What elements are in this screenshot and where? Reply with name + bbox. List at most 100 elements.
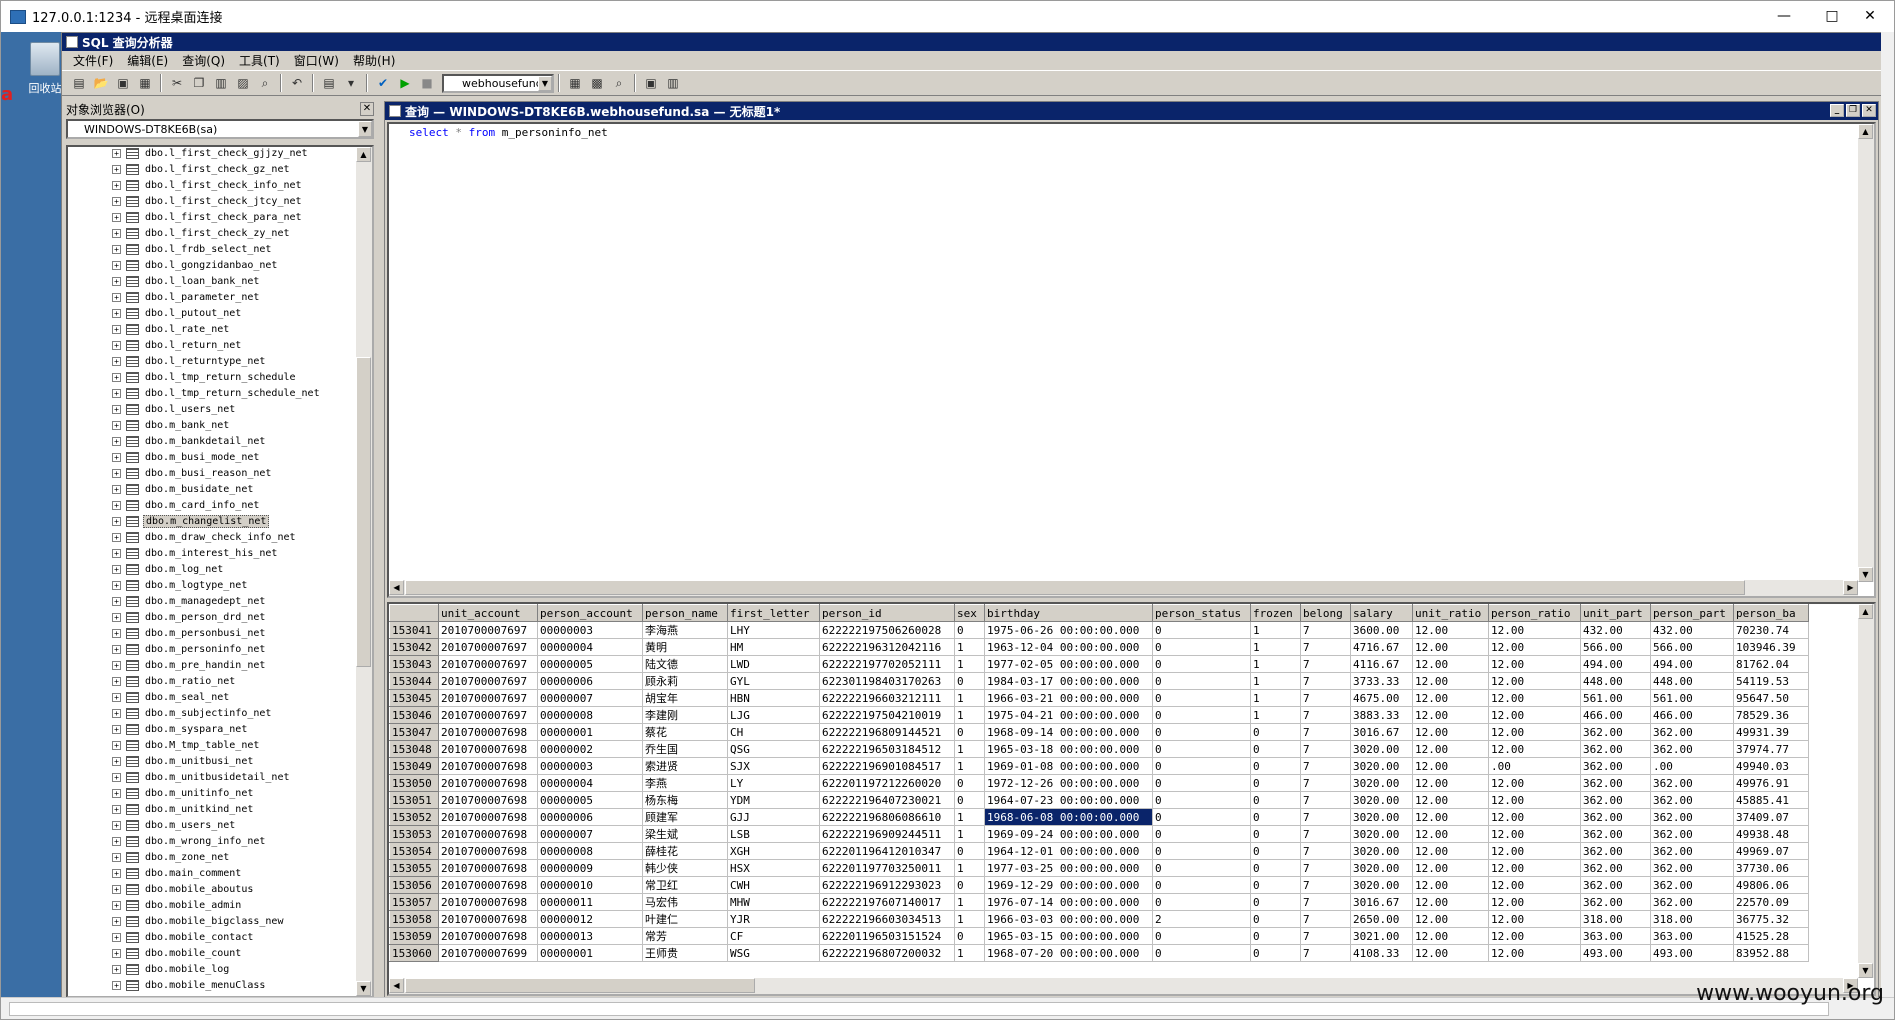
grid-cell[interactable]: CH: [727, 723, 820, 741]
grid-cell[interactable]: 622201196503151524: [819, 927, 955, 945]
grid-cell[interactable]: 1969-12-29 00:00:00.000: [984, 876, 1153, 894]
grid-cell[interactable]: 12.00: [1488, 859, 1581, 877]
grid-cell[interactable]: 3020.00: [1350, 825, 1413, 843]
grid-cell[interactable]: 49940.03: [1733, 757, 1809, 775]
grid-cell[interactable]: 0: [1152, 774, 1251, 792]
grid-cell[interactable]: 1977-03-25 00:00:00.000: [984, 859, 1153, 877]
scroll-right-icon[interactable]: ▶: [1843, 580, 1858, 595]
grid-cell[interactable]: 78529.36: [1733, 706, 1809, 724]
grid-cell[interactable]: 杨东梅: [642, 791, 728, 809]
column-header[interactable]: salary: [1350, 604, 1413, 622]
grid-cell[interactable]: 4675.00: [1350, 689, 1413, 707]
expand-icon[interactable]: +: [112, 836, 121, 846]
grid-cell[interactable]: LWD: [727, 655, 820, 673]
table-row[interactable]: 153050 2010700007698 00000004 李燕 LY 622201197…: [389, 774, 1809, 792]
grid-cell[interactable]: 12.00: [1488, 706, 1581, 724]
expand-icon[interactable]: +: [112, 548, 121, 558]
grid-cell[interactable]: 常芳: [642, 927, 728, 945]
grid-cell[interactable]: 7: [1300, 876, 1351, 894]
expand-icon[interactable]: +: [112, 244, 121, 254]
grid-cell[interactable]: 2650.00: [1350, 910, 1413, 928]
table-row[interactable]: 153051 2010700007698 00000005 杨东梅 YDM 6222221…: [389, 791, 1809, 809]
scroll-up-icon[interactable]: ▲: [356, 147, 371, 162]
expand-icon[interactable]: +: [112, 820, 121, 830]
grid-cell[interactable]: 李燕: [642, 774, 728, 792]
grid-cell[interactable]: 0: [1250, 774, 1301, 792]
expand-icon[interactable]: +: [112, 756, 121, 766]
tree-item[interactable]: + dbo.l_first_check_para_net: [68, 209, 358, 225]
grid-cell[interactable]: CWH: [727, 876, 820, 894]
grid-cell[interactable]: 12.00: [1412, 842, 1489, 860]
tree-item[interactable]: + dbo.m_unitbusidetail_net: [68, 769, 358, 785]
row-number[interactable]: 153059: [389, 927, 439, 945]
grid-cell[interactable]: 00000007: [537, 689, 643, 707]
grid-cell[interactable]: 00000008: [537, 842, 643, 860]
grid-cell[interactable]: 7: [1300, 825, 1351, 843]
expand-icon[interactable]: +: [112, 772, 121, 782]
database-select[interactable]: webhousefund ▼: [442, 73, 554, 93]
column-header[interactable]: unit_account: [438, 604, 538, 622]
tree-item[interactable]: + dbo.l_users_net: [68, 401, 358, 417]
grid-cell[interactable]: 0: [1152, 655, 1251, 673]
grid-cell[interactable]: 00000010: [537, 876, 643, 894]
grid-cell[interactable]: 陆文德: [642, 655, 728, 673]
stop-icon[interactable]: ■: [417, 74, 437, 92]
grid-cell[interactable]: 622222196807200032: [819, 944, 955, 962]
grid-cell[interactable]: 索进贤: [642, 757, 728, 775]
grid-cell[interactable]: 12.00: [1412, 927, 1489, 945]
paste-icon[interactable]: ▥: [211, 74, 231, 92]
tree-item[interactable]: + dbo.m_wrong_info_net: [68, 833, 358, 849]
expand-icon[interactable]: +: [112, 212, 121, 222]
grid-cell[interactable]: 622222197506260028: [819, 621, 955, 639]
grid-cell[interactable]: 1968-07-20 00:00:00.000: [984, 944, 1153, 962]
grid-cell[interactable]: 466.00: [1650, 706, 1734, 724]
grid-cell[interactable]: 0: [954, 876, 985, 894]
grid-cell[interactable]: 49938.48: [1733, 825, 1809, 843]
scroll-up-icon[interactable]: ▲: [1858, 124, 1873, 139]
row-number[interactable]: 153055: [389, 859, 439, 877]
grid-cell[interactable]: GJJ: [727, 808, 820, 826]
grid-cell[interactable]: 2010700007698: [438, 893, 538, 911]
grid-cell[interactable]: 7: [1300, 944, 1351, 962]
grid-cell[interactable]: 0: [1152, 689, 1251, 707]
grid-cell[interactable]: 0: [1250, 859, 1301, 877]
grid-cell[interactable]: 7: [1300, 757, 1351, 775]
grid-cell[interactable]: 448.00: [1650, 672, 1734, 690]
cut-icon[interactable]: ✂: [167, 74, 187, 92]
grid-cell[interactable]: 2010700007699: [438, 944, 538, 962]
expand-icon[interactable]: +: [112, 500, 121, 510]
grid-cell[interactable]: 马宏伟: [642, 893, 728, 911]
grid-cell[interactable]: 0: [954, 842, 985, 860]
tree-item[interactable]: + dbo.m_busi_reason_net: [68, 465, 358, 481]
row-number[interactable]: 153052: [389, 808, 439, 826]
grid-cell[interactable]: 12.00: [1412, 655, 1489, 673]
tree-item[interactable]: + dbo.m_personbusi_net: [68, 625, 358, 641]
grid-cell[interactable]: 0: [954, 723, 985, 741]
tree-item[interactable]: + dbo.m_pre_handin_net: [68, 657, 358, 673]
grid-cell[interactable]: 12.00: [1488, 808, 1581, 826]
grid-cell[interactable]: 362.00: [1580, 893, 1651, 911]
grid-cell[interactable]: 00000005: [537, 655, 643, 673]
expand-icon[interactable]: +: [112, 644, 121, 654]
expand-icon[interactable]: +: [112, 324, 121, 334]
grid-cell[interactable]: 3020.00: [1350, 859, 1413, 877]
grid-cell[interactable]: 12.00: [1412, 757, 1489, 775]
grid-cell[interactable]: 王师贵: [642, 944, 728, 962]
row-number[interactable]: 153043: [389, 655, 439, 673]
close-icon[interactable]: ✕: [360, 102, 374, 116]
menu-window[interactable]: 窗口(W): [287, 52, 346, 69]
grid-cell[interactable]: 1975-06-26 00:00:00.000: [984, 621, 1153, 639]
row-number[interactable]: 153057: [389, 893, 439, 911]
tree-item[interactable]: + dbo.m_unitkind_net: [68, 801, 358, 817]
tree-item[interactable]: + dbo.mobile_aboutus: [68, 881, 358, 897]
grid-cell[interactable]: XGH: [727, 842, 820, 860]
grid-cell[interactable]: 1: [954, 893, 985, 911]
grid-cell[interactable]: 蔡花: [642, 723, 728, 741]
grid-cell[interactable]: 0: [1152, 791, 1251, 809]
row-number[interactable]: 153046: [389, 706, 439, 724]
grid-cell[interactable]: 362.00: [1650, 808, 1734, 826]
grid-cell[interactable]: 00000012: [537, 910, 643, 928]
grid-cell[interactable]: 00000004: [537, 638, 643, 656]
grid-cell[interactable]: 0: [1152, 706, 1251, 724]
tree-scroll-thumb[interactable]: [356, 357, 371, 667]
